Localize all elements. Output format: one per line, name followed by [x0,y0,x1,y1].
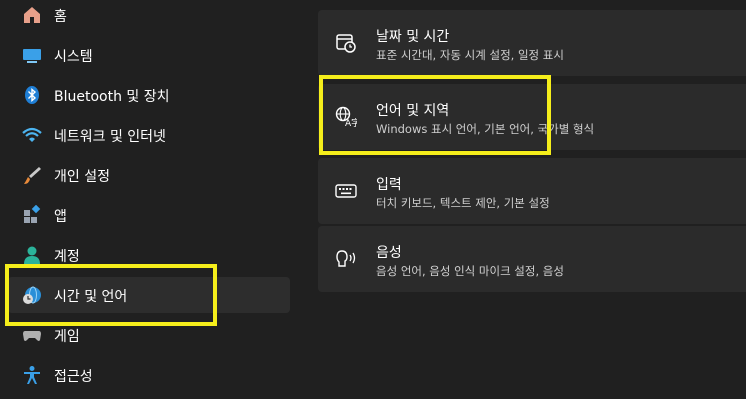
sidebar-item-personalization[interactable]: 개인 설정 [8,157,290,193]
wifi-icon [22,125,42,145]
sidebar-item-label: 앱 [54,209,67,225]
time-language-icon [22,285,42,305]
sidebar-item-time-language[interactable]: 시간 및 언어 [8,277,290,313]
keyboard-icon [334,179,358,203]
speech-card[interactable]: 음성 음성 언어, 음성 인식 마이크 설정, 음성 [318,226,746,292]
language-region-card[interactable]: A字 언어 및 지역 Windows 표시 언어, 기본 언어, 국가별 형식 [318,84,746,150]
sidebar-item-accessibility[interactable]: 접근성 [8,357,290,393]
accessibility-icon [22,365,42,385]
sidebar-item-label: 홈 [54,9,67,25]
sidebar-item-system[interactable]: 시스템 [8,37,290,73]
card-title: 날짜 및 시간 [376,29,450,45]
sidebar-item-label: 게임 [54,329,80,345]
sidebar-item-gaming[interactable]: 게임 [8,317,290,353]
settings-sidebar: 홈 시스템 Bluetooth 및 장치 네트워크 및 인터넷 개인 설정 앱 [0,0,300,399]
sidebar-item-label: 시스템 [54,49,93,65]
date-time-card[interactable]: 날짜 및 시간 표준 시간대, 자동 시계 설정, 일정 표시 [318,10,746,76]
svg-text:A字: A字 [345,117,357,128]
card-subtitle: Windows 표시 언어, 기본 언어, 국가별 형식 [376,122,595,136]
sidebar-item-home[interactable]: 홈 [8,0,290,33]
sidebar-item-label: 접근성 [54,369,93,385]
sidebar-item-apps[interactable]: 앱 [8,197,290,233]
card-title: 음성 [376,245,402,261]
apps-icon [22,205,42,225]
paintbrush-icon [22,165,42,185]
sidebar-item-label: 계정 [54,249,80,265]
card-title: 입력 [376,177,402,193]
bluetooth-icon [22,85,42,105]
sidebar-item-bluetooth[interactable]: Bluetooth 및 장치 [8,77,290,113]
system-monitor-icon [22,45,42,65]
time-language-settings-panel: 날짜 및 시간 표준 시간대, 자동 시계 설정, 일정 표시 A字 언어 및 … [318,0,746,399]
person-icon [22,245,42,265]
game-controller-icon [22,325,42,345]
card-title: 언어 및 지역 [376,103,450,119]
sidebar-item-network[interactable]: 네트워크 및 인터넷 [8,117,290,153]
calendar-clock-icon [334,31,358,55]
sidebar-item-label: Bluetooth 및 장치 [54,89,170,105]
sidebar-item-label: 개인 설정 [54,169,110,185]
home-icon [22,5,42,25]
card-subtitle: 표준 시간대, 자동 시계 설정, 일정 표시 [376,48,564,62]
sidebar-item-label: 네트워크 및 인터넷 [54,129,166,145]
card-subtitle: 터치 키보드, 텍스트 제안, 기본 설정 [376,196,550,210]
typing-card[interactable]: 입력 터치 키보드, 텍스트 제안, 기본 설정 [318,158,746,224]
language-region-icon: A字 [334,105,358,129]
card-subtitle: 음성 언어, 음성 인식 마이크 설정, 음성 [376,264,564,278]
sidebar-item-accounts[interactable]: 계정 [8,237,290,273]
sidebar-item-label: 시간 및 언어 [54,289,128,305]
speech-icon [334,247,358,271]
